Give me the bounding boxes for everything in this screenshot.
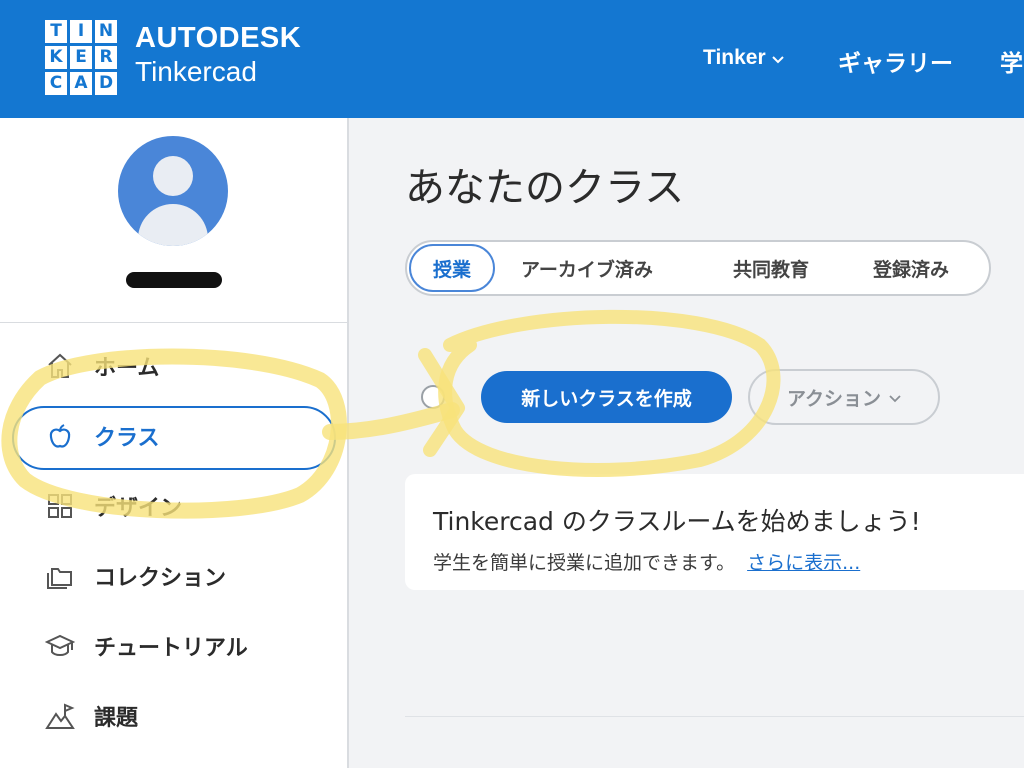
nav-gallery-link[interactable]: ギャラリー (838, 44, 953, 78)
product-name: Tinkercad (135, 56, 257, 87)
tab-lessons[interactable]: 授業 (409, 244, 495, 292)
top-header: T I N K E R C A D AUTODESK Tinkercad Tin… (0, 0, 1024, 118)
nav-learn-link[interactable]: 学 (1000, 44, 1023, 78)
card-text: 学生を簡単に授業に追加できます。 さらに表示... (433, 548, 860, 575)
getting-started-card: Tinkercad のクラスルームを始めましょう! 学生を簡単に授業に追加できま… (405, 474, 1024, 590)
create-class-button[interactable]: 新しいクラスを作成 (481, 371, 732, 423)
chevron-down-icon (889, 386, 901, 408)
avatar-head (153, 156, 193, 196)
sidebar-item-label: コレクション (94, 566, 227, 591)
chevron-down-icon (771, 52, 784, 67)
class-tabs: 授業 アーカイブ済み 共同教育 登録済み (405, 240, 991, 296)
content-divider (405, 716, 1024, 717)
logo-letter: A (70, 72, 92, 95)
sidebar-item-label: 課題 (94, 706, 139, 731)
sidebar-item-classes[interactable]: クラス (44, 420, 160, 452)
sidebar-item-home[interactable]: ホーム (44, 350, 159, 382)
sidebar-item-label: デザイン (94, 496, 183, 521)
logo-letter: R (95, 46, 117, 69)
sidebar-item-designs[interactable]: デザイン (44, 490, 182, 522)
logo-letter: I (70, 20, 92, 43)
sidebar-item-label: ホーム (94, 356, 160, 381)
card-description: 学生を簡単に授業に追加できます。 (433, 552, 736, 574)
graduation-cap-icon (44, 630, 76, 662)
page-title: あなたのクラス (405, 165, 685, 211)
sidebar-divider (0, 322, 349, 323)
tinkercad-logo[interactable]: T I N K E R C A D (45, 20, 117, 95)
sidebar-item-assignments[interactable]: 課題 (44, 700, 138, 732)
actions-dropdown[interactable]: アクション (748, 369, 940, 425)
brand-name: AUTODESK (135, 22, 302, 54)
logo-letter: K (45, 46, 67, 69)
tab-enrolled[interactable]: 登録済み (873, 242, 949, 294)
logo-letter: T (45, 20, 67, 43)
logo-letter: D (95, 72, 117, 95)
avatar[interactable] (118, 136, 228, 246)
folder-icon (44, 560, 76, 592)
logo-letter: N (95, 20, 117, 43)
sidebar-item-tutorials[interactable]: チュートリアル (44, 630, 248, 662)
mountain-flag-icon (44, 700, 76, 732)
select-all-checkbox[interactable] (421, 385, 445, 409)
show-more-link[interactable]: さらに表示... (747, 552, 860, 574)
apple-icon (44, 420, 76, 452)
tab-archived[interactable]: アーカイブ済み (521, 242, 653, 294)
redacted-username (126, 272, 222, 288)
logo-letter: C (45, 72, 67, 95)
card-title: Tinkercad のクラスルームを始めましょう! (433, 507, 921, 536)
nav-tinker-menu[interactable]: Tinker (703, 46, 784, 70)
avatar-body (138, 204, 208, 246)
sidebar-item-label: チュートリアル (94, 636, 248, 661)
sidebar-item-label: クラス (94, 426, 160, 451)
grid-icon (44, 490, 76, 522)
home-icon (44, 350, 76, 382)
actions-label: アクション (786, 387, 882, 410)
sidebar-item-collections[interactable]: コレクション (44, 560, 226, 592)
nav-tinker-label: Tinker (703, 46, 766, 69)
tab-co-teaching[interactable]: 共同教育 (733, 242, 809, 294)
logo-letter: E (70, 46, 92, 69)
